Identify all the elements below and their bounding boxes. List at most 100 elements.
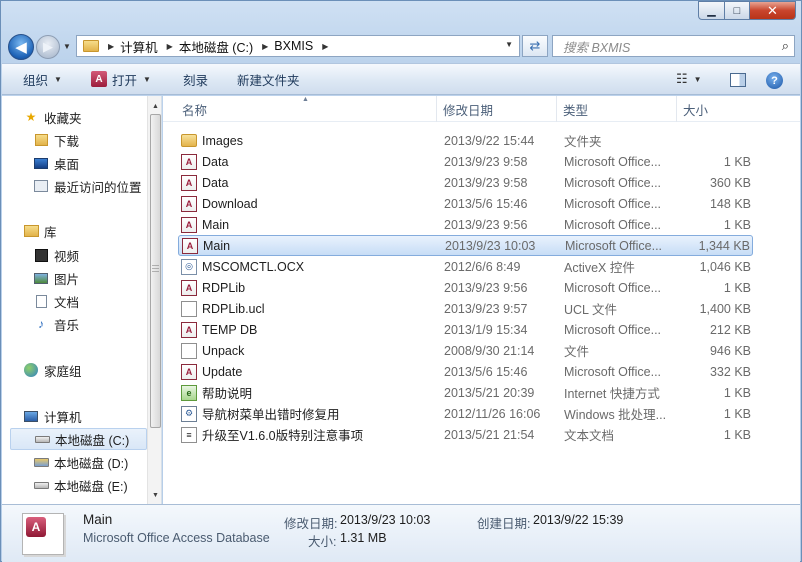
- scroll-down-arrow-icon[interactable]: ▼: [148, 488, 161, 503]
- forward-button[interactable]: ▶: [36, 35, 60, 59]
- help-icon[interactable]: ?: [766, 72, 783, 89]
- nav-computer[interactable]: 计算机: [23, 405, 161, 427]
- new-folder-button[interactable]: 新建文件夹: [237, 64, 300, 94]
- file-name-cell: A Main: [181, 216, 229, 233]
- file-row[interactable]: A Data 2013/9/23 9:58 Microsoft Office... 36…: [178, 172, 753, 193]
- details-file-name: Main: [83, 512, 113, 527]
- file-row[interactable]: A Main 2013/9/23 9:56 Microsoft Office... 1 …: [178, 214, 753, 235]
- nav-downloads[interactable]: 下载: [33, 129, 161, 151]
- column-label: 类型: [563, 103, 589, 118]
- breadcrumb-drive-c[interactable]: 本地磁盘 (C:): [179, 37, 253, 56]
- file-name: 导航树菜单出错时修复用: [202, 408, 340, 422]
- breadcrumb-bxmis[interactable]: BXMIS: [274, 39, 313, 53]
- nav-recent-places[interactable]: 最近访问的位置: [33, 175, 161, 197]
- recent-pages-dropdown[interactable]: ▼: [63, 42, 71, 51]
- file-row[interactable]: A RDPLib 2013/9/23 9:56 Microsoft Office...…: [178, 277, 753, 298]
- nav-favorites[interactable]: ★ 收藏夹: [23, 106, 161, 128]
- file-type: Microsoft Office...: [564, 217, 662, 232]
- file-name: Unpack: [202, 343, 245, 358]
- view-list-icon: ☷: [676, 71, 688, 86]
- column-date-modified[interactable]: 修改日期: [437, 96, 557, 122]
- file-row[interactable]: Unpack 2008/9/30 21:14 文件 946 KB: [178, 340, 753, 361]
- file-size: 1 KB: [723, 154, 751, 169]
- nav-music[interactable]: ♪ 音乐: [33, 313, 161, 335]
- file-row[interactable]: A TEMP DB 2013/1/9 15:34 Microsoft Office..…: [178, 319, 753, 340]
- nav-videos[interactable]: 视频: [33, 244, 161, 266]
- file-row[interactable]: A Main 2013/9/23 10:03 Microsoft Office... 1…: [178, 235, 753, 256]
- folder-icon: [181, 134, 197, 147]
- scroll-up-arrow-icon[interactable]: ▲: [148, 99, 161, 114]
- open-button[interactable]: A 打开 ▼: [91, 64, 151, 94]
- video-library-icon: [33, 248, 49, 262]
- nav-desktop[interactable]: 桌面: [33, 152, 161, 174]
- chevron-right-icon[interactable]: ▶: [262, 42, 268, 51]
- close-button[interactable]: ✕: [749, 1, 796, 20]
- file-row[interactable]: ◎ MSCOMCTL.OCX 2012/6/6 8:49 ActiveX 控件 1,04…: [178, 256, 753, 277]
- address-history-dropdown[interactable]: ▼: [505, 40, 513, 49]
- file-name: Main: [203, 238, 231, 253]
- address-bar[interactable]: ▶ 计算机 ▶ 本地磁盘 (C:) ▶ BXMIS ▶ ▼: [76, 35, 520, 57]
- column-type[interactable]: 类型: [557, 96, 677, 122]
- details-created-value: 2013/9/22 15:39: [533, 513, 624, 527]
- recent-places-icon: [33, 179, 49, 193]
- file-date: 2013/9/22 15:44: [444, 133, 535, 148]
- chevron-down-icon[interactable]: ▼: [694, 75, 702, 84]
- navigation-scrollbar[interactable]: ▲ — — — ▼: [147, 96, 161, 504]
- file-row[interactable]: A Data 2013/9/23 9:58 Microsoft Office... 1 …: [178, 151, 753, 172]
- nav-label: 最近访问的位置: [54, 180, 142, 195]
- minimize-button[interactable]: ▁: [698, 1, 725, 20]
- search-input[interactable]: 搜索 BXMIS ⌕: [552, 35, 795, 57]
- file-row[interactable]: A Download 2013/5/6 15:46 Microsoft Office.…: [178, 193, 753, 214]
- search-placeholder: 搜索 BXMIS: [563, 40, 631, 55]
- file-row[interactable]: Images 2013/9/22 15:44 文件夹: [178, 130, 753, 151]
- chevron-right-icon[interactable]: ▶: [108, 42, 114, 51]
- breadcrumb-computer[interactable]: 计算机: [120, 37, 158, 56]
- access-database-large-icon: A: [22, 513, 64, 555]
- burn-button[interactable]: 刻录: [183, 64, 208, 94]
- file-date: 2013/5/6 15:46: [444, 364, 528, 379]
- blank-file-icon: [181, 300, 197, 317]
- refresh-button[interactable]: ⇄: [522, 35, 548, 57]
- file-type: ActiveX 控件: [564, 261, 635, 275]
- maximize-button[interactable]: □: [724, 1, 750, 20]
- file-date: 2013/9/23 9:58: [444, 154, 528, 169]
- nav-drive-c[interactable]: 本地磁盘 (C:): [10, 428, 147, 450]
- preview-pane-icon[interactable]: [730, 73, 746, 87]
- grip-icon: — — —: [152, 262, 159, 275]
- file-type: UCL 文件: [564, 303, 618, 317]
- file-row[interactable]: ≡ 升级至V1.6.0版特别注意事项 2013/5/21 21:54 文本文档 1 KB: [178, 424, 753, 445]
- search-icon[interactable]: ⌕: [782, 38, 789, 54]
- file-size: 1,344 KB: [698, 238, 750, 253]
- column-size[interactable]: 大小: [677, 96, 753, 122]
- file-name: Update: [202, 364, 243, 379]
- nav-pictures[interactable]: 图片: [33, 267, 161, 289]
- file-row[interactable]: RDPLib.ucl 2013/9/23 9:57 UCL 文件 1,400 KB: [178, 298, 753, 319]
- file-date: 2013/1/9 15:34: [444, 322, 528, 337]
- file-list: ▲ 名称 修改日期 类型 大小 Images 2013/9/22 15:44 文件夹…: [163, 96, 800, 504]
- details-pane: A Main Microsoft Office Access Database …: [2, 504, 800, 562]
- file-row[interactable]: e 帮助说明 2013/5/21 20:39 Internet 快捷方式 1 KB: [178, 382, 753, 403]
- downloads-folder-icon: [33, 133, 49, 147]
- maximize-icon: □: [733, 4, 741, 17]
- change-view-button[interactable]: ☷ ▼: [676, 64, 702, 94]
- file-row[interactable]: A Update 2013/5/6 15:46 Microsoft Office...…: [178, 361, 753, 382]
- access-database-icon: A: [181, 363, 197, 380]
- column-name[interactable]: 名称: [176, 96, 437, 122]
- title-bar: ▁ □ ✕: [1, 1, 801, 31]
- chevron-right-icon[interactable]: ▶: [322, 42, 328, 51]
- nav-libraries[interactable]: 库: [23, 220, 161, 242]
- chevron-down-icon[interactable]: ▼: [143, 75, 151, 84]
- back-button[interactable]: ◀: [8, 34, 34, 60]
- file-row[interactable]: ⚙ 导航树菜单出错时修复用 2012/11/26 16:06 Windows 批处理.…: [178, 403, 753, 424]
- file-size: 1 KB: [723, 406, 751, 421]
- file-name: Images: [202, 133, 243, 148]
- nav-documents[interactable]: 文档: [33, 290, 161, 312]
- organize-button[interactable]: 组织 ▼: [23, 64, 62, 94]
- nav-label: 桌面: [54, 157, 80, 172]
- nav-drive-d[interactable]: 本地磁盘 (D:): [33, 451, 161, 473]
- nav-drive-e[interactable]: 本地磁盘 (E:): [33, 474, 161, 496]
- nav-homegroup[interactable]: 家庭组: [23, 359, 161, 381]
- chevron-right-icon[interactable]: ▶: [167, 42, 173, 51]
- hard-drive-icon: [33, 478, 49, 492]
- file-type: 文本文档: [564, 429, 615, 443]
